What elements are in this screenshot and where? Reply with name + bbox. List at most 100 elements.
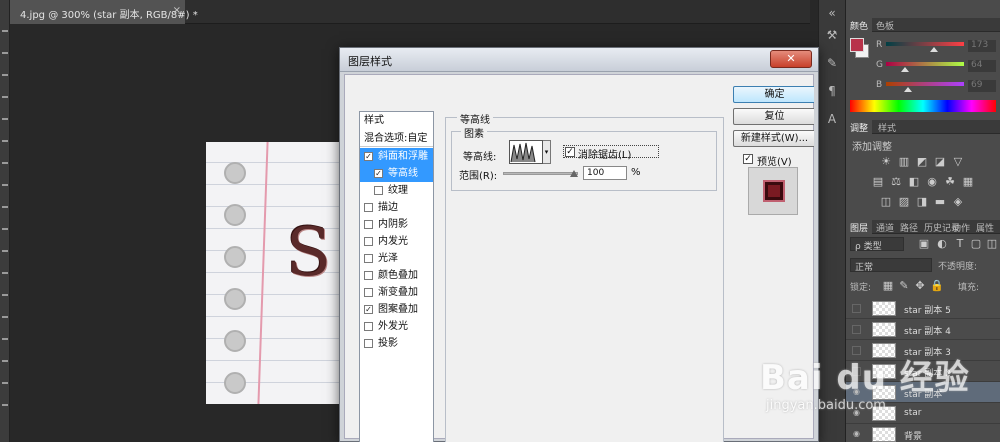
tool-icon[interactable] bbox=[2, 382, 8, 384]
tools-panel[interactable] bbox=[0, 0, 10, 442]
visibility-eye-icon[interactable]: ◉ bbox=[852, 430, 861, 439]
foreground-color-swatch[interactable] bbox=[850, 38, 864, 52]
visibility-eye-icon[interactable] bbox=[852, 304, 861, 313]
preview-checkbox[interactable]: ✓ bbox=[743, 154, 753, 164]
tool-icon[interactable] bbox=[2, 162, 8, 164]
color-lookup-icon[interactable]: ▦ bbox=[962, 176, 974, 188]
style-checkbox[interactable]: ✓ bbox=[364, 152, 373, 161]
style-checkbox[interactable] bbox=[374, 186, 383, 195]
color-spectrum[interactable] bbox=[850, 100, 996, 112]
posterize-icon[interactable]: ▨ bbox=[898, 196, 910, 208]
blend-mode-select[interactable]: 正常 bbox=[850, 258, 932, 273]
new-style-button[interactable]: 新建样式(W)... bbox=[733, 130, 816, 147]
style-item[interactable]: ✓ 图案叠加 bbox=[360, 301, 433, 318]
style-item[interactable]: 颜色叠加 bbox=[360, 267, 433, 284]
layer-kind-filter[interactable]: ρ 类型 bbox=[850, 237, 904, 252]
layer-row[interactable]: star 副本 5 bbox=[846, 298, 1000, 319]
style-checkbox[interactable] bbox=[364, 220, 373, 229]
black-white-icon[interactable]: ◧ bbox=[908, 176, 920, 188]
levels-icon[interactable]: ▥ bbox=[898, 156, 910, 168]
style-checkbox[interactable] bbox=[364, 254, 373, 263]
blue-slider-knob[interactable] bbox=[904, 87, 912, 92]
filter-shape-icon[interactable]: ▢ bbox=[970, 238, 982, 250]
tool-icon[interactable] bbox=[2, 74, 8, 76]
antialias-box[interactable]: ✓ 消除锯齿(L) bbox=[563, 145, 659, 161]
style-checkbox[interactable] bbox=[364, 203, 373, 212]
tool-icon[interactable] bbox=[2, 52, 8, 54]
style-item[interactable]: 描边 bbox=[360, 199, 433, 216]
style-checkbox[interactable] bbox=[364, 237, 373, 246]
ok-button[interactable]: 确定 bbox=[733, 86, 816, 103]
style-checkbox[interactable] bbox=[364, 271, 373, 280]
style-checkbox[interactable] bbox=[364, 288, 373, 297]
tool-icon[interactable] bbox=[2, 228, 8, 230]
paragraph-icon[interactable]: ¶ bbox=[825, 84, 839, 98]
filter-adjustment-icon[interactable]: ◐ bbox=[936, 238, 948, 250]
tool-icon[interactable] bbox=[2, 338, 8, 340]
style-checkbox[interactable] bbox=[364, 322, 373, 331]
canvas-image[interactable]: S bbox=[206, 142, 356, 404]
hue-saturation-icon[interactable]: ▤ bbox=[872, 176, 884, 188]
dialog-titlebar[interactable]: 图层样式 ✕ bbox=[340, 48, 818, 72]
exposure-icon[interactable]: ◪ bbox=[934, 156, 946, 168]
style-item[interactable]: 外发光 bbox=[360, 318, 433, 335]
selective-color-icon[interactable]: ◈ bbox=[952, 196, 964, 208]
tab-layers[interactable]: 图层 bbox=[846, 220, 873, 234]
blue-slider[interactable] bbox=[886, 82, 964, 86]
filter-pixel-icon[interactable]: ▣ bbox=[918, 238, 930, 250]
style-item[interactable]: 投影 bbox=[360, 335, 433, 352]
tool-icon[interactable] bbox=[2, 316, 8, 318]
color-balance-icon[interactable]: ⚖ bbox=[890, 176, 902, 188]
tool-icon[interactable] bbox=[2, 30, 8, 32]
contour-preview[interactable] bbox=[509, 140, 543, 164]
tool-icon[interactable] bbox=[2, 96, 8, 98]
green-slider-knob[interactable] bbox=[901, 67, 909, 72]
range-slider[interactable] bbox=[503, 172, 578, 175]
tool-icon[interactable] bbox=[2, 250, 8, 252]
tab-adjustments[interactable]: 调整 bbox=[846, 120, 873, 134]
tab-actions[interactable]: 动作 bbox=[948, 220, 974, 234]
blue-value-field[interactable]: 69 bbox=[968, 80, 996, 92]
antialias-checkbox[interactable]: ✓ bbox=[565, 147, 575, 157]
lock-image-icon[interactable]: ✎ bbox=[898, 280, 910, 292]
style-checkbox[interactable]: ✓ bbox=[364, 305, 373, 314]
red-slider[interactable] bbox=[886, 42, 964, 46]
green-slider[interactable] bbox=[886, 62, 964, 66]
filter-type-icon[interactable]: T bbox=[954, 238, 966, 250]
contour-dropdown-arrow[interactable]: ▾ bbox=[543, 140, 551, 164]
tab-color[interactable]: 颜色 bbox=[846, 18, 873, 32]
brush-icon[interactable]: ✎ bbox=[825, 56, 839, 70]
filter-smart-icon[interactable]: ◫ bbox=[986, 238, 998, 250]
invert-icon[interactable]: ◫ bbox=[880, 196, 892, 208]
tool-icon[interactable] bbox=[2, 184, 8, 186]
range-input[interactable]: 100 bbox=[583, 166, 627, 180]
threshold-icon[interactable]: ◨ bbox=[916, 196, 928, 208]
tab-styles[interactable]: 样式 bbox=[874, 120, 900, 134]
tool-icon[interactable] bbox=[2, 294, 8, 296]
character-icon[interactable]: A bbox=[825, 112, 839, 126]
red-value-field[interactable]: 173 bbox=[968, 40, 996, 52]
brightness-icon[interactable]: ☀ bbox=[880, 156, 892, 168]
lock-transparent-icon[interactable]: ▦ bbox=[882, 280, 894, 292]
history-icon[interactable]: ⚒ bbox=[825, 28, 839, 42]
style-item[interactable]: ✓ 等高线 bbox=[360, 165, 433, 182]
style-item[interactable]: 纹理 bbox=[360, 182, 433, 199]
style-item[interactable]: ✓ 斜面和浮雕 bbox=[360, 148, 433, 165]
dialog-close-button[interactable]: ✕ bbox=[770, 50, 812, 68]
style-item[interactable]: 渐变叠加 bbox=[360, 284, 433, 301]
tool-icon[interactable] bbox=[2, 272, 8, 274]
tool-icon[interactable] bbox=[2, 118, 8, 120]
photo-filter-icon[interactable]: ◉ bbox=[926, 176, 938, 188]
gradient-map-icon[interactable]: ▬ bbox=[934, 196, 946, 208]
curves-icon[interactable]: ◩ bbox=[916, 156, 928, 168]
tab-channels[interactable]: 通道 bbox=[872, 220, 898, 234]
green-value-field[interactable]: 64 bbox=[968, 60, 996, 72]
reset-button[interactable]: 复位 bbox=[733, 108, 816, 125]
collapse-icon[interactable]: « bbox=[825, 6, 839, 20]
tab-paths[interactable]: 路径 bbox=[896, 220, 922, 234]
style-item[interactable]: 内发光 bbox=[360, 233, 433, 250]
channel-mixer-icon[interactable]: ☘ bbox=[944, 176, 956, 188]
vibrance-icon[interactable]: ▽ bbox=[952, 156, 964, 168]
lock-position-icon[interactable]: ✥ bbox=[914, 280, 926, 292]
red-slider-knob[interactable] bbox=[930, 47, 938, 52]
